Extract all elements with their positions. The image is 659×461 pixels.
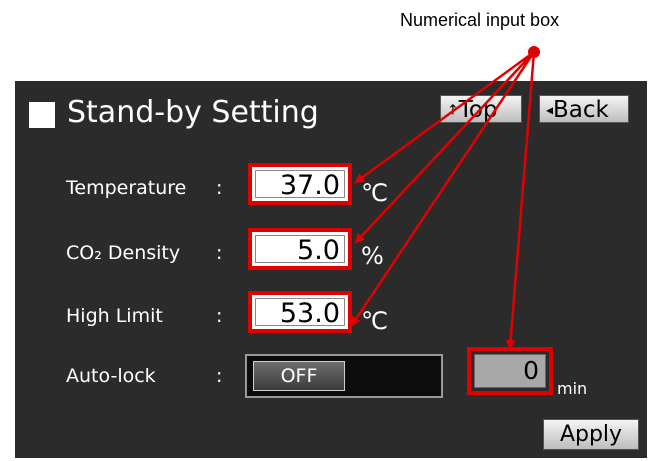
top-label: Top — [458, 97, 498, 123]
auto-lock-toggle[interactable]: OFF — [245, 354, 443, 398]
page-title: Stand-by Setting — [67, 95, 319, 130]
co2-density-unit: % — [361, 242, 384, 270]
standby-setting-screen: Stand-by Setting ↑Top ◂Back Temperature … — [15, 81, 647, 458]
arrow-origin-dot — [528, 46, 540, 58]
high-limit-input[interactable]: 53.0 — [248, 291, 352, 333]
auto-lock-minutes-value: 0 — [474, 354, 546, 388]
temperature-colon: : — [216, 177, 223, 199]
up-arrow-icon: ↑ — [447, 102, 459, 119]
apply-button[interactable]: Apply — [543, 419, 639, 450]
temperature-unit: ℃ — [361, 179, 388, 207]
co2-density-label: CO₂ Density — [66, 242, 181, 264]
auto-lock-minutes-input[interactable]: 0 — [467, 347, 553, 395]
co2-density-value: 5.0 — [255, 235, 345, 266]
back-label: Back — [553, 97, 609, 123]
callout-label: Numerical input box — [400, 10, 560, 30]
back-button[interactable]: ◂Back — [539, 95, 629, 123]
auto-lock-label: Auto-lock — [66, 365, 156, 387]
high-limit-unit: ℃ — [361, 307, 388, 335]
temperature-label: Temperature — [66, 177, 187, 199]
co2-density-colon: : — [216, 242, 223, 264]
high-limit-colon: : — [216, 305, 223, 327]
temperature-input[interactable]: 37.0 — [248, 163, 352, 205]
temperature-value: 37.0 — [255, 170, 345, 201]
co2-density-input[interactable]: 5.0 — [248, 228, 352, 270]
auto-lock-colon: : — [216, 365, 223, 387]
high-limit-label: High Limit — [66, 305, 163, 327]
left-triangle-icon: ◂ — [546, 102, 554, 119]
auto-lock-state: OFF — [253, 361, 345, 391]
title-square-icon — [29, 102, 55, 128]
auto-lock-minutes-unit: min — [557, 379, 588, 398]
high-limit-value: 53.0 — [255, 298, 345, 329]
top-button[interactable]: ↑Top — [440, 95, 522, 123]
